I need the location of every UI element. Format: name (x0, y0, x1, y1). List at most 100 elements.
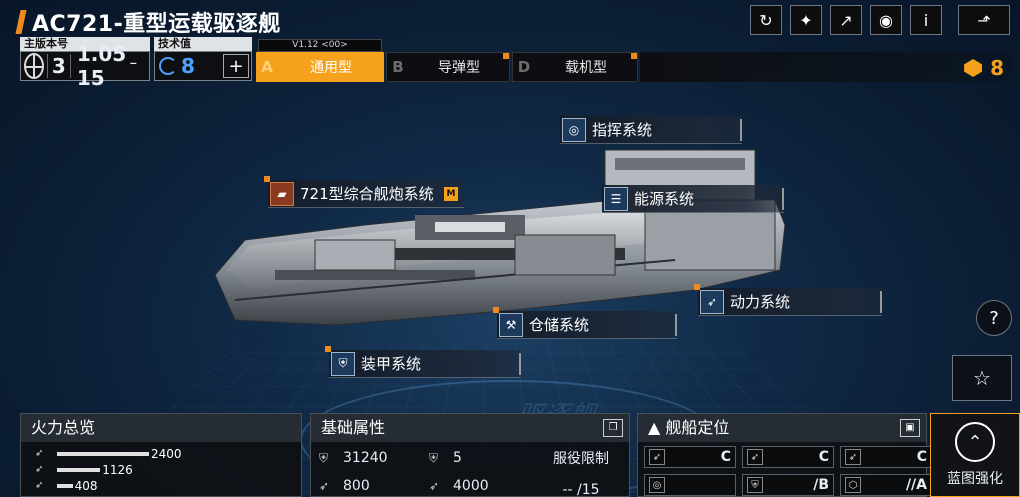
hull-icon: ⛨ (319, 450, 329, 465)
role-cell[interactable]: ➶ C (742, 446, 834, 468)
service-limit-label: 服役限制 (553, 451, 609, 467)
currency-display: 8 (964, 56, 1004, 80)
rank-chevron-icon: ☆ (973, 366, 991, 390)
role-cell[interactable]: ◎ (644, 474, 736, 496)
system-power[interactable]: ➶ 动力系统 (694, 284, 882, 316)
system-armor[interactable]: ⛨ 装甲系统 (325, 346, 521, 378)
role-cell[interactable]: ➶ C (840, 446, 932, 468)
attr-value: 4000 (453, 478, 489, 494)
weapon-type-icon: ➶ (35, 480, 44, 491)
ship-role-header: ▲ 舰船定位 ▣ (638, 414, 926, 442)
version-major: 3 (46, 54, 71, 78)
system-command[interactable]: ◎ 指挥系统 (560, 116, 742, 144)
system-label: 指挥系统 (592, 121, 653, 139)
tab-label: 导弹型 (438, 60, 480, 76)
system-main-cannon[interactable]: ▰ 721型综合舰炮系统 M (264, 176, 464, 208)
speed-icon: ➶ (319, 479, 330, 493)
tab-corner-marker (631, 53, 637, 59)
help-button[interactable]: ? (976, 300, 1012, 336)
top-toolbar: ↻ ✦ ↗ ◉ i ⬏ (750, 5, 1010, 35)
shield-icon: ⛨ (331, 351, 355, 376)
armor-icon: ⛨ (429, 450, 439, 465)
label-edge (675, 314, 677, 336)
service-limit: 服役限制 -- /15 (541, 448, 621, 497)
tab-bar-filler (640, 52, 1012, 82)
system-energy[interactable]: ☰ 能源系统 (602, 185, 784, 213)
system-label: 能源系统 (634, 190, 695, 208)
tech-value-label: 技术值 (154, 37, 252, 51)
variant-version-tag: V1.12 <00> (258, 39, 382, 52)
firepower-row: ➶ 2400 (35, 446, 301, 462)
label-edge (519, 353, 521, 375)
tech-value: 8 (181, 54, 195, 78)
role-cell[interactable]: ⛨/B (742, 474, 834, 496)
main-version-panel: 主版本号 3 1.05 _ 15 (20, 37, 150, 90)
attr-armor: ⛨ 5 (429, 444, 539, 472)
shell-icon: ▰ (270, 181, 294, 206)
eye-icon[interactable]: ◉ (870, 5, 902, 35)
command-icon: ◎ (562, 117, 586, 142)
rank-up-button[interactable]: ☆ (952, 355, 1012, 401)
storage-icon: ⚒ (499, 312, 523, 337)
weapon-class-badge: M (444, 186, 458, 201)
toggle-icon[interactable]: ▣ (900, 419, 920, 437)
thruster-icon: ➶ (700, 289, 724, 314)
share-icon[interactable]: ↗ (830, 5, 862, 35)
role-type-icon: ⬡ (845, 477, 861, 493)
question-icon: ? (989, 307, 999, 329)
firepower-bar (57, 452, 149, 456)
attr-warp: ➶ 4000 (429, 472, 539, 497)
attr-value: 800 (343, 478, 370, 494)
orange-marker (264, 176, 270, 182)
globe-icon (24, 53, 44, 79)
role-type-icon: ➶ (649, 449, 665, 465)
orange-marker (325, 346, 331, 352)
attr-value: 31240 (343, 450, 388, 466)
tab-missile[interactable]: B 导弹型 (386, 52, 510, 82)
back-icon[interactable]: ⬏ (958, 5, 1010, 35)
weapon-type-icon: ➶ (35, 448, 44, 459)
tab-carrier[interactable]: D 载机型 (512, 52, 638, 82)
blueprint-enhance-button[interactable]: ⌃ 蓝图强化 (930, 413, 1020, 497)
system-label: 装甲系统 (361, 355, 422, 373)
warp-icon: ➶ (429, 479, 440, 493)
tab-letter: A (261, 58, 273, 76)
tab-general[interactable]: A 通用型 (256, 52, 384, 82)
ship-role-panel: ▲ 舰船定位 ▣ ➶ C ➶ C ➶ C ◎ ⛨/B ⬡//A (637, 413, 932, 497)
orange-marker (694, 284, 700, 290)
tab-label: 通用型 (310, 60, 352, 76)
enhance-label: 蓝图强化 (947, 471, 1003, 487)
attributes-title: 基础属性 (321, 418, 386, 437)
attr-speed: ➶ 800 (319, 472, 429, 497)
info-icon[interactable]: i (910, 5, 942, 35)
chevron-up-icon: ⌃ (955, 422, 995, 462)
role-type-icon: ◎ (649, 477, 665, 493)
role-type-icon: ➶ (845, 449, 861, 465)
page-header: AC721-重型运载驱逐舰 (15, 6, 281, 38)
role-type-icon: ➶ (747, 449, 763, 465)
label-edge (740, 119, 742, 141)
role-icon: ▲ (648, 418, 666, 437)
expand-icon[interactable]: ❐ (603, 419, 623, 437)
role-cell[interactable]: ➶ C (644, 446, 736, 468)
system-label: 仓储系统 (529, 316, 590, 334)
system-storage[interactable]: ⚒ 仓储系统 (493, 307, 677, 339)
add-tech-button[interactable]: + (223, 54, 249, 78)
attr-hp: ⛨ 31240 (319, 444, 429, 472)
firepower-value: 2400 (151, 447, 182, 461)
role-type-icon: ⛨ (747, 477, 763, 493)
label-edge (880, 291, 882, 313)
version-minor: 1.05 _ 15 (76, 42, 137, 90)
role-cell[interactable]: ⬡//A (840, 474, 932, 496)
energy-icon: ☰ (604, 186, 628, 211)
system-label: 动力系统 (730, 293, 791, 311)
firepower-row: ➶ 408 (35, 478, 301, 494)
weapon-type-icon: ➶ (35, 464, 44, 475)
tab-label: 载机型 (565, 60, 607, 76)
firepower-title: 火力总览 (21, 414, 301, 442)
attr-value: 5 (453, 450, 462, 466)
paint-icon[interactable]: ✦ (790, 5, 822, 35)
firepower-panel: 火力总览 ➶ 2400 ➶ 1126 ➶ 408 (20, 413, 302, 497)
refresh-icon[interactable]: ↻ (750, 5, 782, 35)
page-title: AC721-重型运载驱逐舰 (32, 12, 281, 37)
